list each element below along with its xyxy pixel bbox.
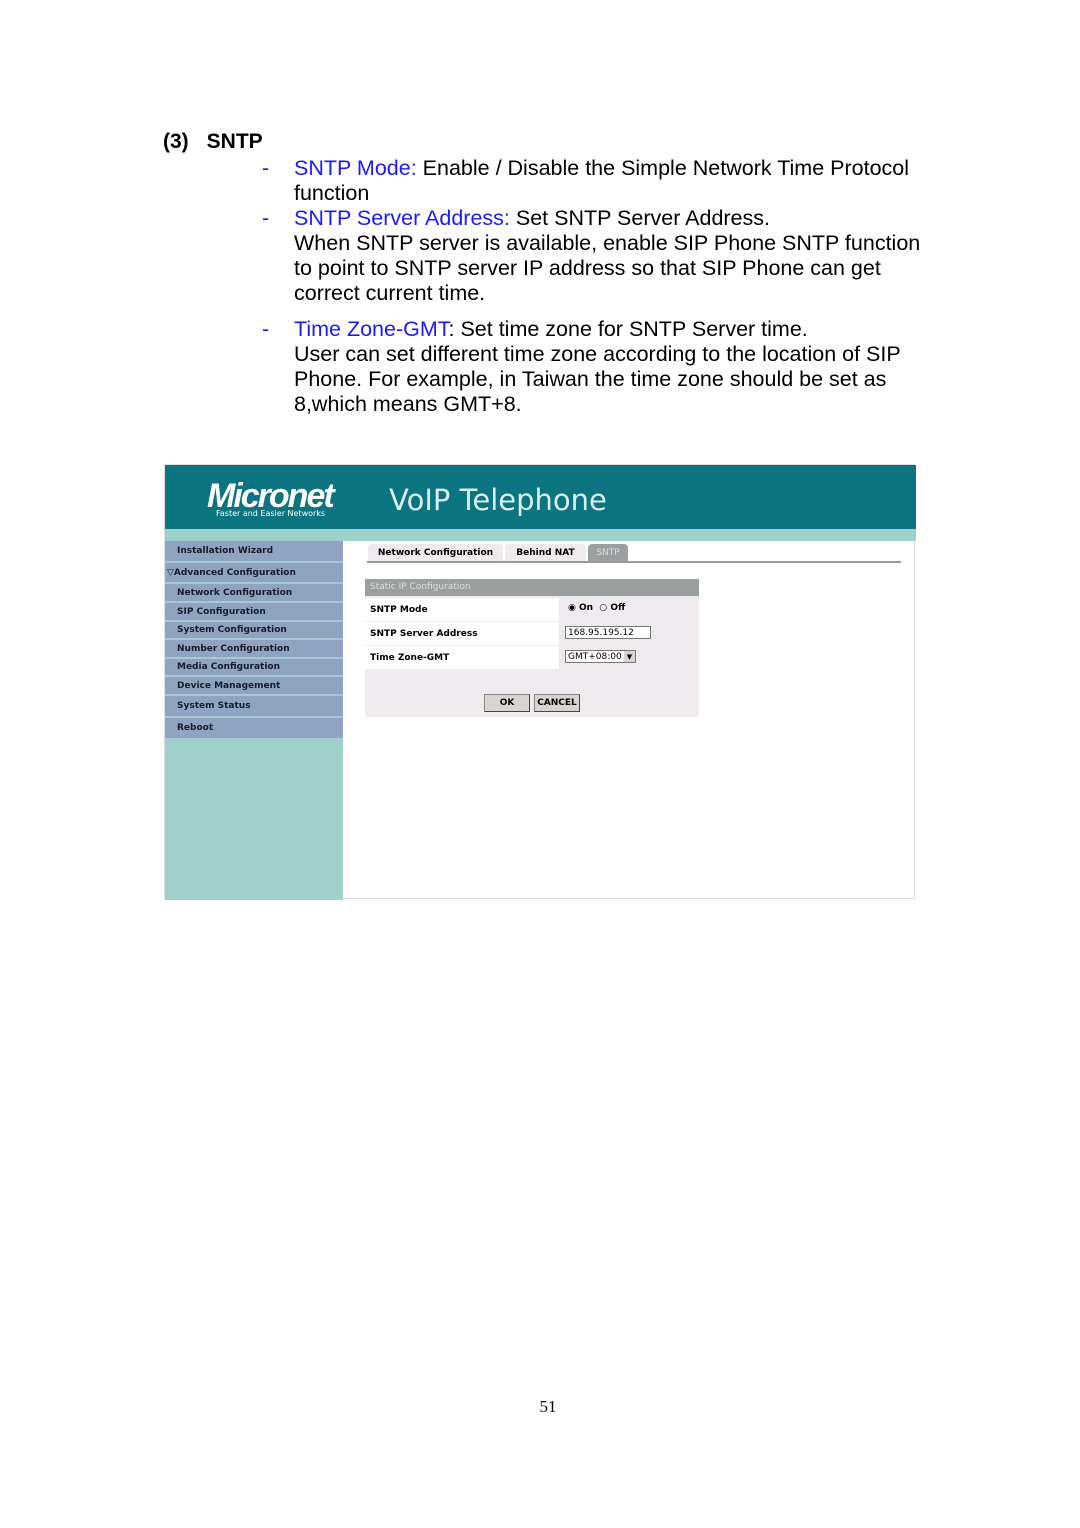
- triangle-down-icon: ▽: [167, 567, 174, 578]
- term: SNTP Mode:: [294, 156, 417, 180]
- embedded-screenshot: Micronet Faster and Easier Networks VoIP…: [164, 464, 916, 900]
- logo-tagline: Faster and Easier Networks: [216, 509, 326, 518]
- sntp-server-label: SNTP Server Address: [365, 622, 559, 645]
- tab-underline: [367, 561, 901, 563]
- sntp-mode-label: SNTP Mode: [365, 598, 559, 621]
- radio-on[interactable]: ◉: [568, 603, 576, 613]
- time-zone-label: Time Zone-GMT: [365, 646, 559, 669]
- desc: : Set time zone for SNTP Server time.: [448, 317, 808, 341]
- bullet-dash: -: [262, 206, 270, 230]
- section-number: (3): [163, 130, 189, 153]
- sidebar-item-reboot[interactable]: Reboot: [165, 718, 343, 740]
- term: SNTP Server Address:: [294, 206, 510, 230]
- document-page: (3) SNTP - SNTP Mode: Enable / Disable th…: [0, 0, 1080, 1528]
- bullet-sntp-mode: SNTP Mode: Enable / Disable the Simple N…: [294, 156, 934, 206]
- sidebar-item-network-configuration[interactable]: Network Configuration: [165, 584, 343, 603]
- header-band: [165, 529, 916, 541]
- bullet-sntp-server: SNTP Server Address: Set SNTP Server Add…: [294, 206, 934, 306]
- bullet-dash: -: [262, 317, 270, 341]
- tz-value: GMT+08:00: [568, 652, 622, 662]
- tab-network-configuration[interactable]: Network Configuration: [368, 544, 503, 562]
- label: Advanced Configuration: [173, 567, 296, 578]
- page-number: 51: [539, 1397, 557, 1416]
- config-panel: Static IP Configuration SNTP Mode ◉ On ○…: [365, 579, 699, 717]
- bullet-dash: -: [262, 156, 270, 180]
- off-label: Off: [610, 603, 626, 613]
- radio-off[interactable]: ○: [599, 603, 607, 613]
- sntp-mode-radios: ◉ On ○ Off: [568, 603, 625, 613]
- sidebar-item-device-management[interactable]: Device Management: [165, 677, 343, 696]
- desc-extra: When SNTP server is available, enable SI…: [294, 231, 921, 305]
- sidebar-item-media-configuration[interactable]: Media Configuration: [165, 659, 343, 677]
- sidebar: Installation Wizard ▽ Advanced Configurat…: [165, 541, 343, 900]
- desc: Set SNTP Server Address.: [509, 206, 770, 230]
- term: Time Zone-GMT: [294, 317, 449, 341]
- panel-title: Static IP Configuration: [365, 579, 699, 596]
- sidebar-item-system-configuration[interactable]: System Configuration: [165, 622, 343, 640]
- cancel-button[interactable]: CANCEL: [534, 694, 580, 712]
- chevron-down-icon: ▼: [624, 651, 635, 662]
- sntp-server-input[interactable]: 168.95.195.12: [565, 626, 651, 639]
- app-header: Micronet Faster and Easier Networks VoIP…: [165, 465, 916, 529]
- app-title: VoIP Telephone: [389, 483, 607, 517]
- sidebar-item-system-status[interactable]: System Status: [165, 696, 343, 718]
- sidebar-item-advanced-configuration[interactable]: ▽ Advanced Configuration: [165, 563, 343, 584]
- ok-button[interactable]: OK: [484, 694, 530, 712]
- section-heading: (3) SNTP: [163, 130, 281, 154]
- tab-sntp[interactable]: SNTP: [588, 544, 628, 562]
- tab-behind-nat[interactable]: Behind NAT: [505, 544, 586, 562]
- sidebar-item-number-configuration[interactable]: Number Configuration: [165, 640, 343, 659]
- section-title: SNTP: [206, 130, 263, 153]
- desc-extra: User can set different time zone accordi…: [294, 342, 901, 416]
- sidebar-item-sip-configuration[interactable]: SIP Configuration: [165, 603, 343, 622]
- on-label: On: [579, 603, 594, 613]
- time-zone-select[interactable]: GMT+08:00 ▼: [565, 650, 636, 663]
- sidebar-item-installation-wizard[interactable]: Installation Wizard: [165, 541, 343, 563]
- bullet-time-zone: Time Zone-GMT: Set time zone for SNTP Se…: [294, 317, 919, 417]
